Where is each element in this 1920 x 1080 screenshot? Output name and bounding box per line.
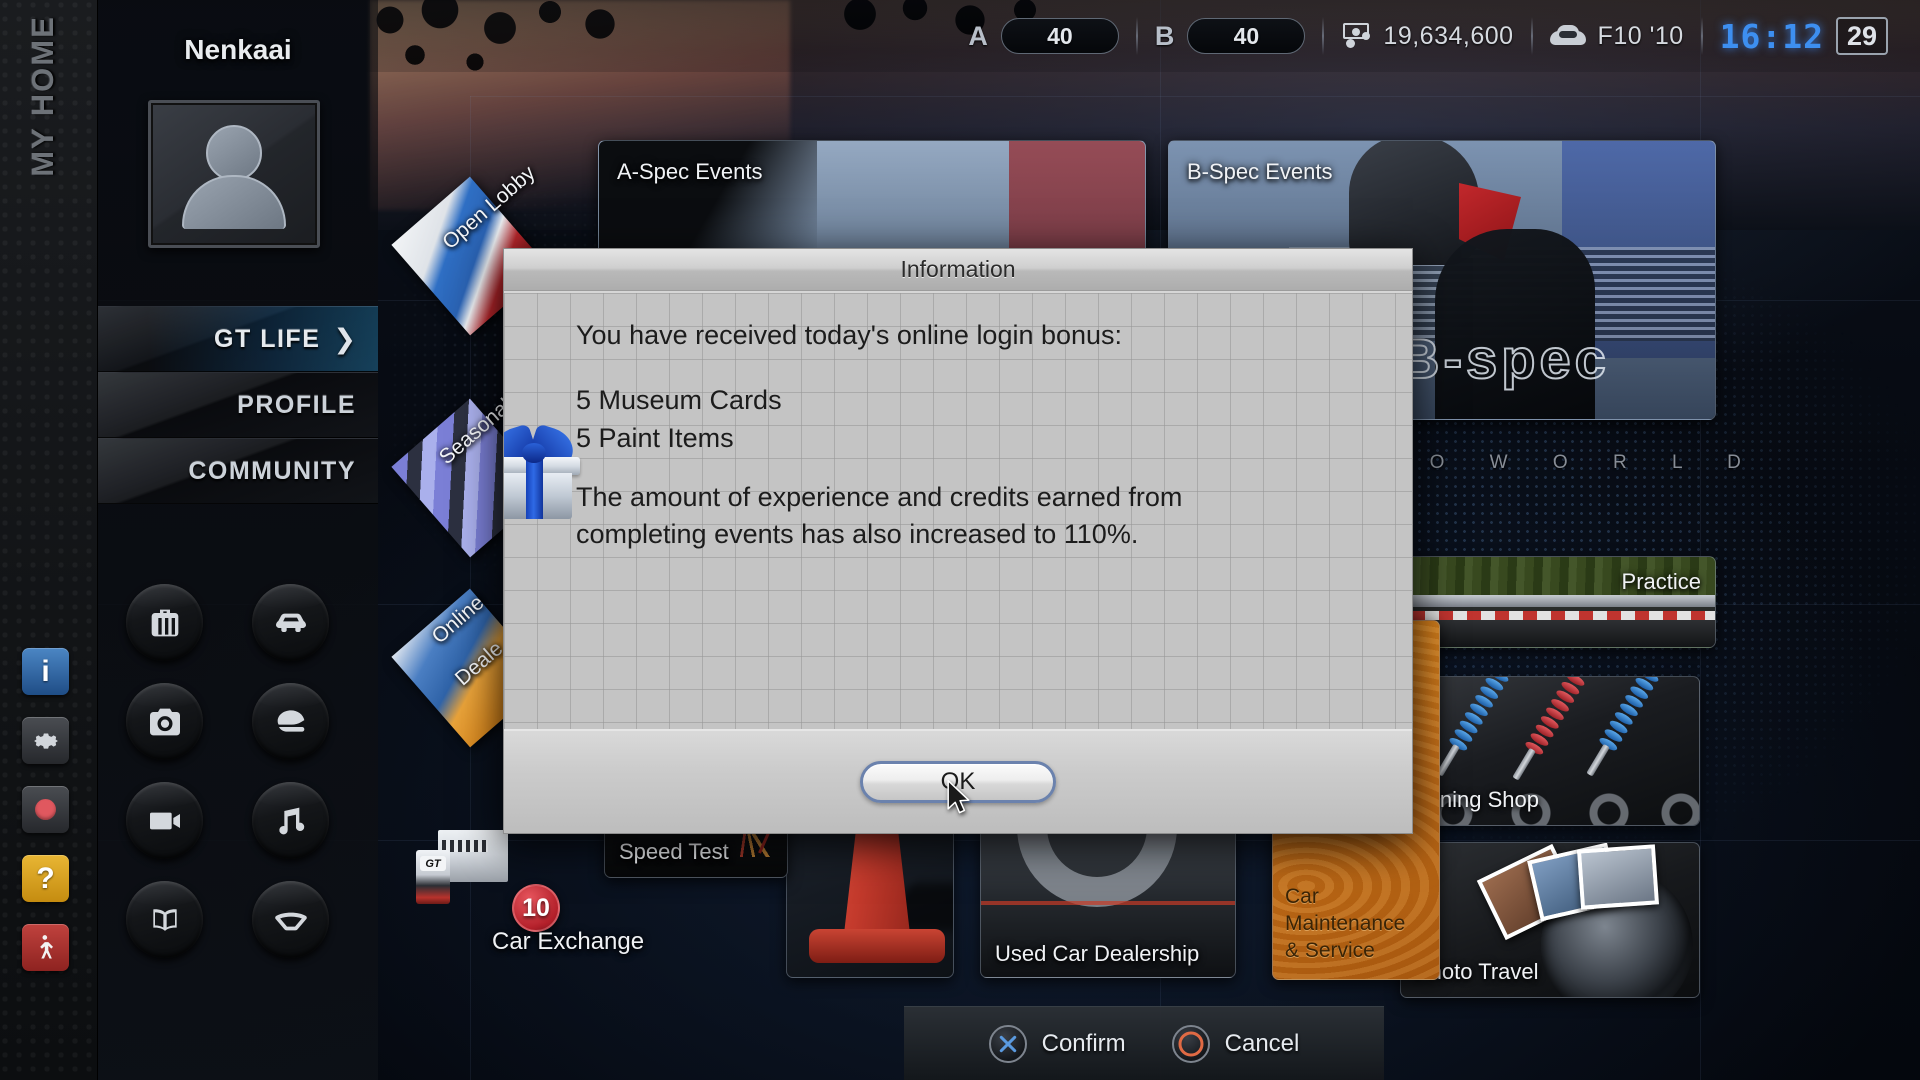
camera-icon[interactable] bbox=[126, 683, 203, 760]
sidebar-item-gt-life[interactable]: GT LIFE ❯ bbox=[98, 306, 378, 372]
dialog-intro-line: You have received today's online login b… bbox=[576, 320, 1123, 350]
rail-icon-list: i ? bbox=[22, 648, 69, 971]
car-icon bbox=[1549, 25, 1586, 47]
gt-home-screen: A 40 B 40 19,634,600 F10 '10 16:12 29 MY… bbox=[0, 0, 1920, 1080]
playstation-circle-icon bbox=[1171, 1024, 1210, 1063]
suspension-spring-red-2 bbox=[1512, 677, 1587, 781]
book-icon[interactable] bbox=[126, 881, 203, 958]
sidebar-item-profile[interactable]: PROFILE bbox=[98, 372, 378, 438]
car-exchange-truck-image[interactable]: GT bbox=[416, 826, 508, 910]
confirm-label: Confirm bbox=[1041, 1029, 1126, 1057]
clock-time: 16:12 bbox=[1719, 16, 1824, 56]
b-spec-value: 40 bbox=[1187, 18, 1306, 54]
avatar[interactable] bbox=[148, 100, 320, 248]
status-credits: 19,634,600 bbox=[1322, 13, 1531, 59]
sidebar-nav: GT LIFE ❯ PROFILE COMMUNITY bbox=[98, 306, 378, 504]
sidebar-item-label: COMMUNITY bbox=[188, 456, 356, 485]
tile-label: A-Spec Events bbox=[617, 159, 763, 184]
info-glyph: i bbox=[41, 654, 50, 688]
dialog-note-line-1: The amount of experience and credits ear… bbox=[576, 481, 1183, 512]
gift-bow-center bbox=[522, 443, 546, 463]
bottom-action-bar: Confirm Cancel bbox=[904, 1006, 1384, 1080]
tile-label: Car Maintenance & Service bbox=[1285, 885, 1406, 963]
b-spec-letter: B bbox=[1154, 20, 1176, 51]
status-current-car: F10 '10 bbox=[1530, 13, 1702, 59]
current-car-value: F10 '10 bbox=[1597, 21, 1684, 50]
credits-value: 19,634,600 bbox=[1383, 21, 1514, 50]
status-clock: 16:12 29 bbox=[1700, 13, 1906, 59]
exit-icon[interactable] bbox=[22, 924, 69, 971]
info-icon[interactable]: i bbox=[22, 648, 69, 695]
sidebar-item-label: PROFILE bbox=[237, 390, 356, 419]
gear-icon[interactable] bbox=[22, 717, 69, 764]
chevron-right-icon: ❯ bbox=[333, 323, 356, 354]
tile-tuning-shop[interactable]: Tuning Shop bbox=[1400, 676, 1700, 826]
dialog-title: Information bbox=[900, 256, 1016, 282]
dialog-reward-line-2: 5 Paint Items bbox=[576, 422, 734, 453]
sidebar-item-label: GT LIFE bbox=[214, 324, 321, 353]
confirm-button[interactable]: Confirm bbox=[988, 1024, 1126, 1063]
dialog-titlebar: Information bbox=[504, 249, 1412, 291]
traffic-cone-base bbox=[809, 929, 945, 963]
sidebar-item-community[interactable]: COMMUNITY bbox=[98, 438, 378, 504]
information-dialog: Information You have received today's on… bbox=[503, 248, 1413, 834]
dialog-body: You have received today's online login b… bbox=[504, 291, 1412, 729]
car-icon[interactable] bbox=[252, 584, 329, 661]
showroom-light-strip bbox=[981, 901, 1235, 905]
clock-day: 29 bbox=[1836, 17, 1888, 55]
suspension-spring-blue bbox=[1436, 677, 1511, 777]
gift-ribbon bbox=[526, 457, 543, 519]
helmet-icon[interactable] bbox=[252, 683, 329, 760]
a-spec-letter: A bbox=[968, 20, 989, 51]
photo-thumb-3 bbox=[1577, 844, 1659, 910]
video-icon[interactable] bbox=[126, 782, 203, 859]
tile-label: Speed Test bbox=[619, 839, 729, 864]
page-title: MY HOME bbox=[25, 15, 60, 177]
cancel-label: Cancel bbox=[1224, 1029, 1300, 1057]
help-glyph: ? bbox=[36, 861, 55, 895]
tile-label: Practice bbox=[1621, 569, 1701, 594]
credits-icon bbox=[1341, 23, 1371, 49]
dialog-note-line-2: completing events has also increased to … bbox=[576, 519, 1139, 549]
left-rail: MY HOME i ? bbox=[0, 0, 98, 1080]
dialog-text: You have received today's online login b… bbox=[576, 317, 1372, 553]
sidebar-shortcut-grid bbox=[126, 584, 356, 958]
avatar-torso bbox=[182, 175, 286, 229]
gt-logo-icon: GT bbox=[420, 856, 446, 871]
mouse-cursor bbox=[947, 779, 970, 814]
tile-label: Used Car Dealership bbox=[995, 941, 1200, 966]
avatar-head bbox=[206, 125, 262, 181]
dialog-reward-line-1: 5 Museum Cards bbox=[576, 385, 782, 416]
username-label: Nenkaai bbox=[184, 34, 292, 65]
tile-car-exchange-label[interactable]: Car Exchange bbox=[492, 928, 644, 956]
suspension-spring-blue-2 bbox=[1586, 677, 1661, 777]
gift-box-icon bbox=[504, 423, 582, 519]
music-icon[interactable] bbox=[252, 782, 329, 859]
guardrail bbox=[1369, 594, 1715, 608]
a-spec-value: 40 bbox=[1000, 18, 1119, 54]
car-exchange-badge: 10 bbox=[512, 884, 560, 932]
playstation-cross-icon bbox=[988, 1024, 1027, 1063]
kerb-stripe bbox=[1369, 611, 1715, 620]
cancel-button[interactable]: Cancel bbox=[1171, 1024, 1300, 1063]
status-a-spec-level: A 40 bbox=[950, 13, 1137, 59]
status-b-spec-level: B 40 bbox=[1135, 13, 1324, 59]
record-icon[interactable] bbox=[22, 786, 69, 833]
help-icon[interactable]: ? bbox=[22, 855, 69, 902]
garage-icon[interactable] bbox=[126, 584, 203, 661]
tile-photo-travel[interactable]: Photo Travel bbox=[1400, 842, 1700, 998]
tile-label: B-Spec Events bbox=[1187, 159, 1333, 184]
b-spec-watermark: B-spec bbox=[1398, 326, 1610, 391]
steering-wheel-icon[interactable] bbox=[252, 881, 329, 958]
